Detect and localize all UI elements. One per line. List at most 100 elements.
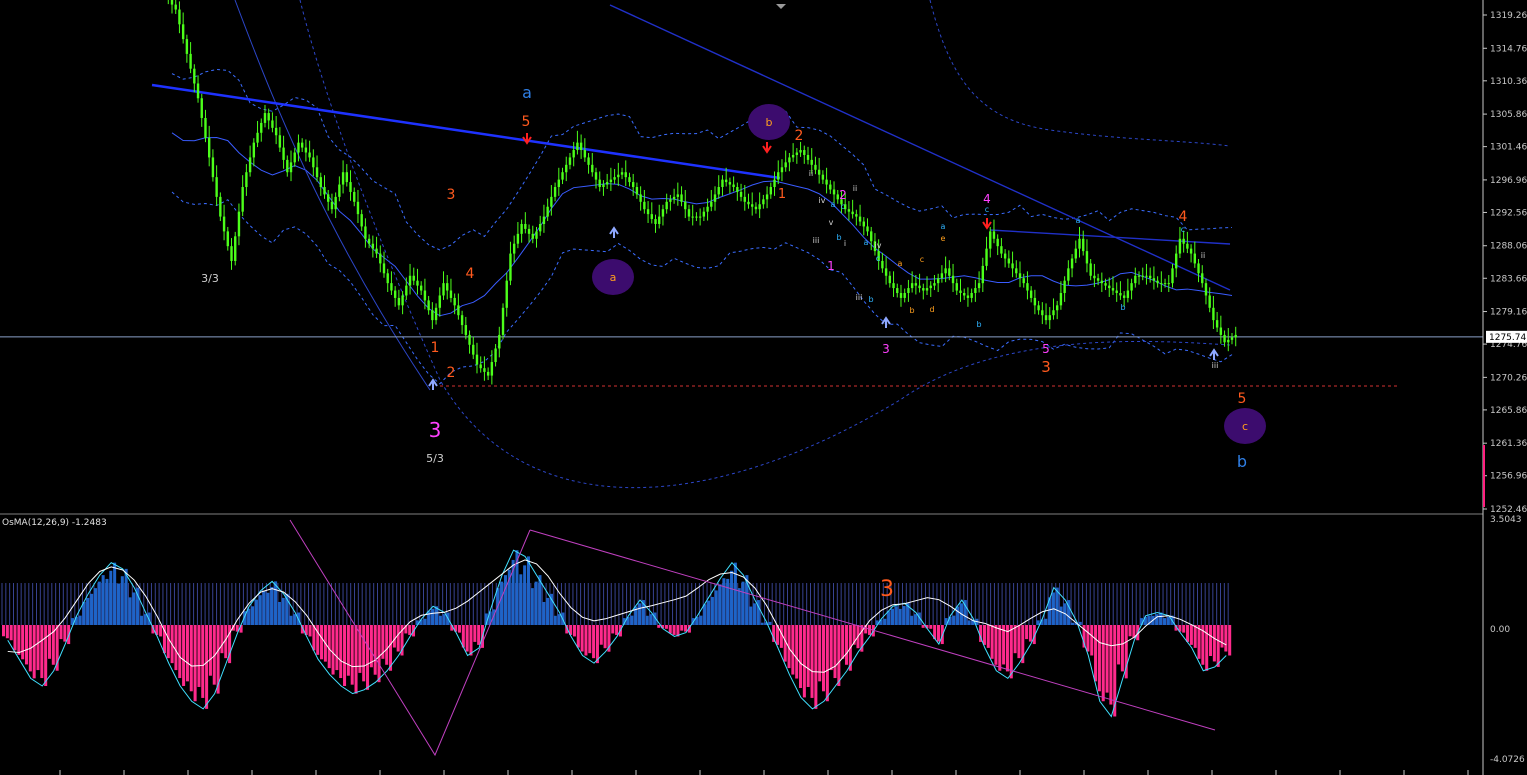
osma-bar xyxy=(143,614,147,625)
osma-bar xyxy=(542,601,546,625)
candle-body xyxy=(1026,283,1029,291)
candle-body xyxy=(486,371,490,376)
candle-body xyxy=(665,201,668,210)
osma-bar xyxy=(1044,618,1048,625)
osma-bar xyxy=(1128,625,1132,637)
osma-wave-labels: 3 xyxy=(880,577,894,602)
osma-bar xyxy=(837,625,841,686)
candle-body xyxy=(1230,337,1234,340)
osma-bar xyxy=(281,597,285,625)
osma-bar xyxy=(1228,625,1232,656)
candle-body xyxy=(862,221,865,227)
candle-body xyxy=(1234,334,1237,338)
price-tick-label: 1288.06 xyxy=(1490,242,1527,252)
price-axis[interactable]: 1319.26 1314.76 1310.36 1305.86 1301.46 1296.… xyxy=(1482,0,1527,775)
candle-body xyxy=(438,295,441,308)
candle-body xyxy=(330,201,334,210)
candle-body xyxy=(230,246,233,261)
osma-bar xyxy=(1120,625,1124,672)
osma-bar xyxy=(97,581,101,625)
candle-body xyxy=(323,187,326,195)
wave-label: ii xyxy=(1201,251,1205,260)
candle-body xyxy=(1022,278,1025,284)
candle-body xyxy=(464,325,468,335)
candle-body xyxy=(434,307,438,321)
osma-bar xyxy=(714,590,718,625)
candle-body xyxy=(353,191,356,202)
osma-bar xyxy=(768,621,772,625)
candle-body xyxy=(821,174,825,180)
wave-label: b xyxy=(868,295,873,304)
candle-body xyxy=(416,280,419,286)
osma-bar xyxy=(201,625,205,698)
candle-body xyxy=(680,194,683,202)
candle-body xyxy=(643,201,646,210)
wave-circle-label: c xyxy=(1242,420,1248,433)
candle-body xyxy=(501,307,505,335)
candle-body xyxy=(1000,246,1003,254)
candle-body xyxy=(550,196,553,207)
wave-label: 1 xyxy=(778,187,786,202)
candle-body xyxy=(825,179,828,185)
candle-body xyxy=(977,283,981,289)
osma-bar xyxy=(894,606,898,625)
candle-body xyxy=(181,24,185,40)
osma-bar xyxy=(833,625,837,679)
candle-body xyxy=(951,275,955,284)
wave-label: 3 xyxy=(429,418,442,442)
osma-bar xyxy=(385,625,389,665)
wave-label: iii xyxy=(1212,361,1219,370)
candle-body xyxy=(832,189,836,195)
osma-bar xyxy=(17,625,21,655)
wave-label: a xyxy=(1076,216,1081,225)
osma-bar xyxy=(699,615,703,625)
osma-bar xyxy=(615,625,619,635)
candle-body xyxy=(806,154,810,160)
current-price-label: 1275.74 xyxy=(1489,333,1526,343)
candle-body xyxy=(587,157,590,165)
price-tick-label: 1296.96 xyxy=(1490,176,1527,186)
price-chart[interactable]: a53421 4423/31235/331535babciiiviiiva cbii… xyxy=(0,0,1527,775)
candle-body xyxy=(267,113,270,121)
osma-bar xyxy=(890,608,895,625)
osma-bar xyxy=(247,608,251,625)
candle-body xyxy=(215,177,218,197)
candle-body xyxy=(1178,238,1182,254)
candle-body xyxy=(241,187,244,212)
wave-label: c xyxy=(876,254,880,263)
osma-bar xyxy=(557,614,561,625)
osma-bar xyxy=(101,575,105,625)
candle-body xyxy=(591,164,594,173)
candle-body xyxy=(300,142,304,148)
candle-body xyxy=(698,216,702,218)
candle-body xyxy=(505,280,508,308)
osma-bar xyxy=(139,615,143,625)
candle-body xyxy=(620,172,624,175)
candle-body xyxy=(922,288,925,291)
candle-body xyxy=(650,214,653,220)
osma-bar xyxy=(362,625,366,682)
candle-body xyxy=(702,211,706,217)
candle-body xyxy=(669,199,672,202)
candle-body xyxy=(594,172,598,180)
osma-bar xyxy=(664,625,668,629)
candle-body xyxy=(196,83,200,99)
candle-body xyxy=(881,260,884,269)
candle-body xyxy=(940,273,944,279)
osma-bar xyxy=(423,618,427,625)
osma-bar xyxy=(753,603,757,625)
osma-bar xyxy=(93,588,97,625)
candle-body xyxy=(646,209,650,215)
wave-label: b xyxy=(1120,303,1125,312)
osma-bar xyxy=(994,625,998,665)
candle-body xyxy=(524,223,527,229)
candle-body xyxy=(1197,263,1200,274)
candle-body xyxy=(319,177,322,188)
candle-body xyxy=(1104,283,1107,286)
osma-bar xyxy=(822,625,826,692)
candle-body xyxy=(747,201,750,205)
candle-body xyxy=(460,315,464,326)
osma-bar xyxy=(182,625,186,686)
candle-body xyxy=(1041,310,1044,316)
osma-bar xyxy=(251,606,255,625)
